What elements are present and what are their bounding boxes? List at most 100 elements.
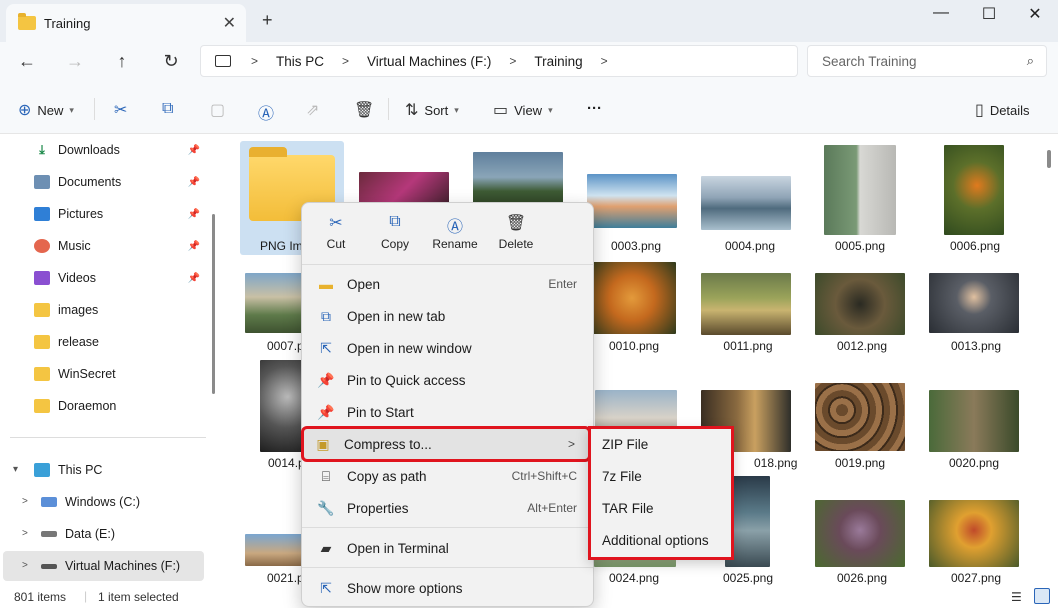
menu-item-pin-start[interactable]: 📌 Pin to Start	[306, 397, 589, 427]
image-thumbnail[interactable]	[815, 383, 905, 451]
sidebar-item-videos[interactable]: Videos 📌	[0, 263, 206, 293]
image-thumbnail[interactable]	[473, 152, 563, 208]
breadcrumb-drive[interactable]: Virtual Machines (F:)	[367, 54, 491, 69]
search-input[interactable]: Search Training ⌕	[807, 45, 1047, 77]
back-arrow-icon[interactable]: ←	[13, 51, 41, 72]
menu-item-compress-to[interactable]: ▣ Compress to... >	[301, 426, 591, 462]
close-window-button[interactable]: ✕	[1012, 4, 1058, 24]
menu-item-open-new-tab[interactable]: ⧉ Open in new tab	[306, 301, 589, 331]
sidebar-item-drive-f[interactable]: Virtual Machines (F:)	[3, 551, 204, 581]
sidebar-item-music[interactable]: Music 📌	[0, 231, 206, 261]
delete-button[interactable]: 🗑	[354, 100, 380, 120]
file-name: 0005.png	[834, 239, 886, 253]
image-thumbnail[interactable]	[701, 176, 791, 230]
tab-training[interactable]: Training ✕	[6, 4, 246, 42]
view-button[interactable]: ▭ View ▾	[493, 100, 553, 120]
cut-action[interactable]: ✂ Cut	[306, 213, 366, 259]
submenu-item-additional-options[interactable]: Additional options	[602, 533, 709, 548]
submenu-item-7z[interactable]: 7z File	[602, 469, 642, 484]
paste-button[interactable]: ▢	[210, 100, 231, 120]
sidebar-item-doraemon[interactable]: Doraemon	[0, 391, 206, 421]
image-thumbnail[interactable]	[245, 273, 305, 333]
menu-item-open[interactable]: ▬ Open Enter	[306, 269, 589, 299]
submenu-item-zip[interactable]: ZIP File	[602, 437, 648, 452]
image-thumbnail[interactable]	[815, 500, 905, 567]
file-name: 0020.png	[948, 456, 1000, 470]
sidebar-item-label: Data (E:)	[65, 527, 116, 541]
breadcrumb-training[interactable]: Training	[534, 54, 582, 69]
breadcrumb-this-pc[interactable]: This PC	[276, 54, 324, 69]
submenu-item-tar[interactable]: TAR File	[602, 501, 654, 516]
pin-icon: 📌	[187, 240, 200, 252]
image-thumbnail[interactable]	[588, 262, 676, 334]
sidebar-item-this-pc[interactable]: This PC	[0, 455, 206, 485]
copy-action[interactable]: ⧉ Copy	[365, 213, 425, 259]
image-thumbnail[interactable]	[815, 273, 905, 335]
menu-divider	[302, 264, 593, 265]
chevron-right-icon[interactable]: >	[509, 54, 516, 68]
folder-icon	[18, 13, 36, 30]
sidebar-item-release[interactable]: release	[0, 327, 206, 357]
image-thumbnail[interactable]	[587, 174, 677, 228]
image-thumbnail[interactable]	[944, 145, 1004, 235]
content-scrollbar[interactable]	[1047, 150, 1051, 168]
rename-action[interactable]: Ⓐ Rename	[425, 213, 485, 259]
more-options-icon: ⇱	[320, 579, 332, 596]
up-arrow-icon[interactable]: ↑	[108, 51, 136, 72]
chevron-right-icon[interactable]: >	[251, 54, 258, 68]
chevron-right-icon[interactable]: >	[342, 54, 349, 68]
menu-item-open-terminal[interactable]: ▰ Open in Terminal	[306, 533, 589, 563]
image-thumbnail[interactable]	[245, 534, 305, 566]
menu-item-pin-quick-access[interactable]: 📌 Pin to Quick access	[306, 365, 589, 395]
cut-button[interactable]: ✂	[114, 100, 133, 120]
image-thumbnail[interactable]	[929, 273, 1019, 333]
sidebar-item-label: Pictures	[58, 207, 104, 221]
sidebar-item-winsecret[interactable]: WinSecret	[0, 359, 206, 389]
sidebar-item-label: WinSecret	[58, 367, 116, 381]
refresh-icon[interactable]: ↻	[157, 51, 185, 72]
chevron-down-icon: ▾	[69, 104, 74, 115]
chevron-right-icon[interactable]: >	[601, 54, 608, 68]
sidebar-item-label: Documents	[58, 175, 122, 189]
details-view-icon[interactable]: ☰	[1011, 590, 1022, 604]
sidebar-item-pictures[interactable]: Pictures 📌	[0, 199, 206, 229]
sidebar-item-label: Videos	[58, 271, 96, 285]
close-tab-icon[interactable]: ✕	[223, 13, 236, 33]
menu-item-label: Show more options	[347, 580, 463, 596]
menu-item-label: Properties	[347, 500, 409, 516]
context-menu: ✂ Cut ⧉ Copy Ⓐ Rename 🗑 Delete ▬ Open En…	[301, 202, 594, 607]
forward-arrow-icon[interactable]: →	[61, 51, 89, 72]
chevron-right-icon[interactable]: >	[22, 560, 28, 571]
delete-action[interactable]: 🗑 Delete	[486, 213, 546, 259]
file-name: 0010.png	[608, 339, 660, 353]
minimize-button[interactable]: —	[918, 4, 964, 22]
sidebar-item-drive-e[interactable]: Data (E:)	[0, 519, 206, 549]
menu-item-properties[interactable]: 🔧 Properties Alt+Enter	[306, 493, 589, 523]
sidebar-item-drive-c[interactable]: Windows (C:)	[0, 487, 206, 517]
details-button[interactable]: ▯ Details	[975, 100, 1030, 120]
more-options-button[interactable]: ···	[587, 100, 602, 117]
menu-item-open-new-window[interactable]: ⇱ Open in new window	[306, 333, 589, 363]
image-thumbnail[interactable]	[260, 360, 306, 452]
rename-button[interactable]: Ⓐ	[258, 100, 280, 124]
sort-button[interactable]: ⇅ Sort ▾	[405, 100, 459, 120]
image-thumbnail[interactable]	[824, 145, 896, 235]
sidebar-item-documents[interactable]: Documents 📌	[0, 167, 206, 197]
share-button[interactable]: ⇗	[306, 100, 325, 120]
new-button[interactable]: ⊕ New ▾	[18, 100, 74, 120]
sort-label: Sort	[424, 102, 449, 118]
copy-button[interactable]: ⧉	[162, 100, 179, 118]
address-bar[interactable]: > This PC > Virtual Machines (F:) > Trai…	[200, 45, 798, 77]
new-tab-button[interactable]: +	[262, 10, 273, 31]
image-thumbnail[interactable]	[929, 500, 1019, 567]
sidebar-item-images[interactable]: images	[0, 295, 206, 325]
menu-item-show-more-options[interactable]: ⇱ Show more options	[306, 573, 589, 603]
image-thumbnail[interactable]	[701, 273, 791, 335]
menu-item-copy-as-path[interactable]: ⌸ Copy as path Ctrl+Shift+C	[306, 461, 589, 491]
sidebar-item-downloads[interactable]: ⤓ Downloads 📌	[0, 135, 206, 165]
new-tab-icon: ⧉	[321, 307, 331, 324]
image-thumbnail[interactable]	[929, 390, 1019, 452]
tiles-view-icon[interactable]	[1034, 588, 1050, 604]
maximize-button[interactable]: ☐	[966, 4, 1012, 24]
sidebar-scrollbar[interactable]	[212, 214, 215, 394]
